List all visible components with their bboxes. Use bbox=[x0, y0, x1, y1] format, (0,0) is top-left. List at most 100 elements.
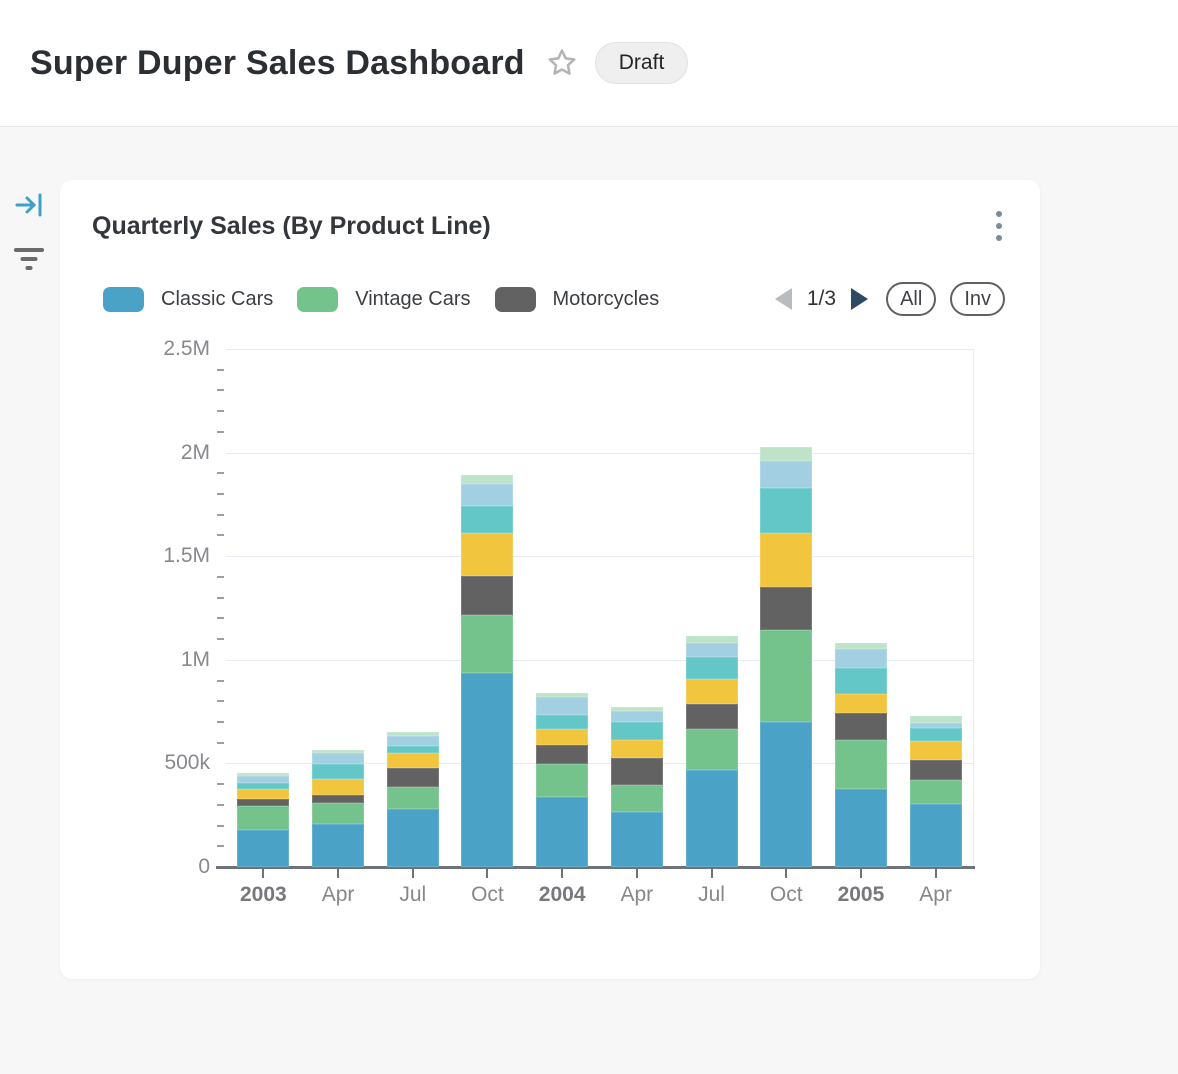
y-minor-tick bbox=[217, 638, 224, 640]
x-axis-tick bbox=[486, 869, 488, 878]
bar-segment[interactable] bbox=[611, 812, 663, 867]
bar-segment[interactable] bbox=[312, 795, 364, 803]
bar-segment[interactable] bbox=[312, 764, 364, 779]
legend-swatch bbox=[297, 287, 338, 312]
bar-segment[interactable] bbox=[312, 753, 364, 763]
bar-segment[interactable] bbox=[611, 722, 663, 740]
bar-segment[interactable] bbox=[237, 799, 289, 806]
legend-item[interactable]: Vintage Cars bbox=[297, 287, 470, 312]
y-minor-tick bbox=[217, 845, 224, 847]
bar-segment[interactable] bbox=[686, 770, 738, 867]
bar-segment[interactable] bbox=[686, 729, 738, 770]
bar-segment[interactable] bbox=[312, 779, 364, 795]
bar-segment[interactable] bbox=[910, 760, 962, 780]
bar-segment[interactable] bbox=[461, 475, 513, 484]
y-axis-label: 2.5M bbox=[90, 337, 210, 361]
bar-segment[interactable] bbox=[611, 785, 663, 812]
y-minor-tick bbox=[217, 493, 224, 495]
kebab-menu-icon[interactable] bbox=[986, 208, 1012, 244]
bar-segment[interactable] bbox=[461, 615, 513, 673]
bar-segment[interactable] bbox=[760, 630, 812, 722]
bar-segment[interactable] bbox=[461, 484, 513, 506]
bar-segment[interactable] bbox=[686, 704, 738, 730]
bar-segment[interactable] bbox=[835, 789, 887, 867]
bar-segment[interactable] bbox=[461, 506, 513, 533]
plot-right-border bbox=[973, 349, 974, 867]
bar-segment[interactable] bbox=[686, 679, 738, 703]
bar-segment[interactable] bbox=[611, 707, 663, 711]
bar-segment[interactable] bbox=[237, 789, 289, 798]
bar-segment[interactable] bbox=[835, 740, 887, 788]
bar-segment[interactable] bbox=[312, 824, 364, 867]
bar-segment[interactable] bbox=[835, 643, 887, 650]
bar-segment[interactable] bbox=[387, 809, 439, 867]
bar-segment[interactable] bbox=[536, 745, 588, 763]
bar-segment[interactable] bbox=[237, 773, 289, 776]
bar-segment[interactable] bbox=[910, 728, 962, 741]
bar-segment[interactable] bbox=[760, 461, 812, 488]
bar-segment[interactable] bbox=[461, 533, 513, 576]
favorite-star-icon[interactable] bbox=[545, 46, 579, 80]
bar-segment[interactable] bbox=[387, 787, 439, 809]
legend-pager: 1/3 All Inv bbox=[775, 282, 1005, 316]
bar-segment[interactable] bbox=[910, 741, 962, 760]
bar-segment[interactable] bbox=[835, 694, 887, 712]
legend-select-all-button[interactable]: All bbox=[886, 282, 936, 316]
bar-segment[interactable] bbox=[611, 758, 663, 785]
legend-next-icon[interactable] bbox=[851, 288, 868, 310]
legend-item[interactable]: Motorcycles bbox=[495, 287, 660, 312]
bar-segment[interactable] bbox=[910, 716, 962, 723]
bar-segment[interactable] bbox=[387, 736, 439, 746]
filter-icon[interactable] bbox=[13, 242, 45, 274]
bar-segment[interactable] bbox=[835, 713, 887, 741]
page-title: Super Duper Sales Dashboard bbox=[30, 44, 525, 83]
bar-segment[interactable] bbox=[536, 693, 588, 697]
bar-segment[interactable] bbox=[237, 783, 289, 789]
x-axis-tick bbox=[636, 869, 638, 878]
gridline bbox=[226, 349, 973, 350]
bar-segment[interactable] bbox=[760, 533, 812, 587]
bar-segment[interactable] bbox=[387, 753, 439, 768]
bar-segment[interactable] bbox=[387, 746, 439, 753]
bar-segment[interactable] bbox=[686, 657, 738, 679]
bar-segment[interactable] bbox=[835, 668, 887, 694]
bar-segment[interactable] bbox=[536, 797, 588, 867]
bar-segment[interactable] bbox=[760, 587, 812, 630]
bar-segment[interactable] bbox=[237, 776, 289, 784]
y-minor-tick bbox=[217, 721, 224, 723]
bar-segment[interactable] bbox=[536, 697, 588, 715]
collapse-right-icon[interactable] bbox=[13, 189, 45, 221]
bar-segment[interactable] bbox=[461, 576, 513, 615]
y-minor-tick bbox=[217, 369, 224, 371]
bar-segment[interactable] bbox=[910, 723, 962, 728]
bar-segment[interactable] bbox=[387, 732, 439, 736]
bar-segment[interactable] bbox=[686, 636, 738, 643]
x-axis-label: Apr bbox=[886, 883, 986, 907]
bar-segment[interactable] bbox=[237, 806, 289, 830]
bar-segment[interactable] bbox=[237, 830, 289, 867]
bar-segment[interactable] bbox=[387, 768, 439, 787]
bar-segment[interactable] bbox=[461, 673, 513, 867]
stacked-bar-chart: 0500k1M1.5M2M2.5M2003AprJulOct2004AprJul… bbox=[90, 338, 1038, 928]
bar-segment[interactable] bbox=[536, 764, 588, 797]
bar-segment[interactable] bbox=[536, 729, 588, 745]
x-axis-tick bbox=[262, 869, 264, 878]
bar-segment[interactable] bbox=[536, 715, 588, 729]
bar-segment[interactable] bbox=[760, 722, 812, 867]
bar-segment[interactable] bbox=[611, 740, 663, 757]
bar-segment[interactable] bbox=[312, 803, 364, 824]
legend-invert-button[interactable]: Inv bbox=[950, 282, 1005, 316]
bar-segment[interactable] bbox=[760, 447, 812, 460]
bar-segment[interactable] bbox=[686, 643, 738, 657]
x-axis-tick bbox=[711, 869, 713, 878]
bar-segment[interactable] bbox=[611, 711, 663, 722]
y-minor-tick bbox=[217, 534, 224, 536]
legend-prev-icon[interactable] bbox=[775, 288, 792, 310]
bar-segment[interactable] bbox=[910, 804, 962, 867]
bar-segment[interactable] bbox=[910, 780, 962, 804]
legend-item[interactable]: Classic Cars bbox=[103, 287, 273, 312]
bar-segment[interactable] bbox=[835, 649, 887, 668]
bar-segment[interactable] bbox=[760, 488, 812, 534]
bar-segment[interactable] bbox=[312, 750, 364, 753]
y-minor-tick bbox=[217, 597, 224, 599]
